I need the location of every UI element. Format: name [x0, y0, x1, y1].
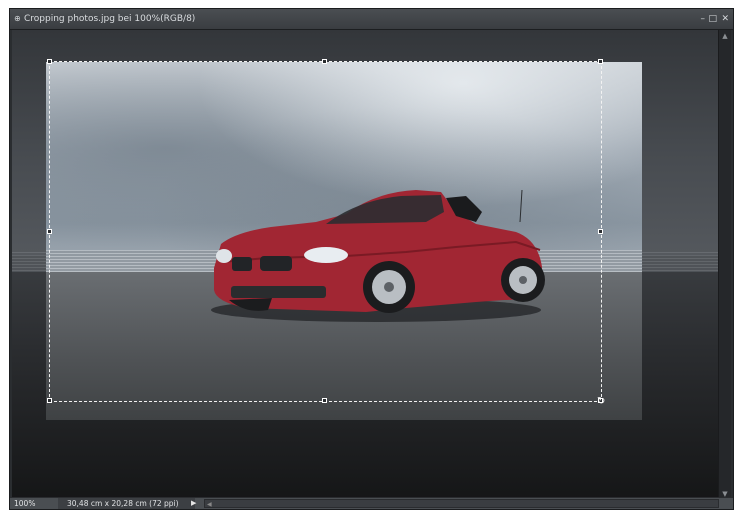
rotate-cursor-icon: ↻	[597, 396, 606, 407]
crop-handle-top-left[interactable]	[47, 59, 52, 64]
horizontal-scrollbar[interactable]: ◀	[204, 499, 719, 508]
zoom-level[interactable]: 100%	[14, 498, 58, 509]
canvas-area[interactable]: ↻	[12, 30, 719, 500]
document-info: 30,48 cm x 20,28 cm (72 ppi)	[58, 498, 195, 509]
window-title: Cropping photos.jpg bei 100%(RGB/8)	[24, 14, 196, 24]
crop-handle-bottom-left[interactable]	[47, 398, 52, 403]
title-bar[interactable]: ⊕ Cropping photos.jpg bei 100%(RGB/8) – …	[10, 9, 733, 30]
crop-handle-middle-left[interactable]	[47, 229, 52, 234]
document-icon: ⊕	[14, 14, 21, 23]
crop-handle-top-center[interactable]	[322, 59, 327, 64]
maximize-button[interactable]: □	[708, 9, 717, 29]
scroll-left-icon[interactable]: ◀	[207, 499, 212, 510]
vertical-scrollbar[interactable]: ▲ ▼	[718, 30, 731, 500]
crop-handle-middle-right[interactable]	[598, 229, 603, 234]
status-bar: 100% 30,48 cm x 20,28 cm (72 ppi) ▶ ◀	[10, 497, 733, 509]
scroll-up-icon[interactable]: ▲	[721, 32, 729, 40]
minimize-button[interactable]: –	[701, 9, 706, 29]
document-window: ⊕ Cropping photos.jpg bei 100%(RGB/8) – …	[9, 8, 734, 510]
close-button[interactable]: ✕	[721, 9, 729, 29]
status-menu-arrow-icon[interactable]: ▶	[191, 498, 196, 509]
crop-selection-box[interactable]	[49, 61, 602, 402]
crop-handle-bottom-center[interactable]	[322, 398, 327, 403]
crop-handle-top-right[interactable]	[598, 59, 603, 64]
